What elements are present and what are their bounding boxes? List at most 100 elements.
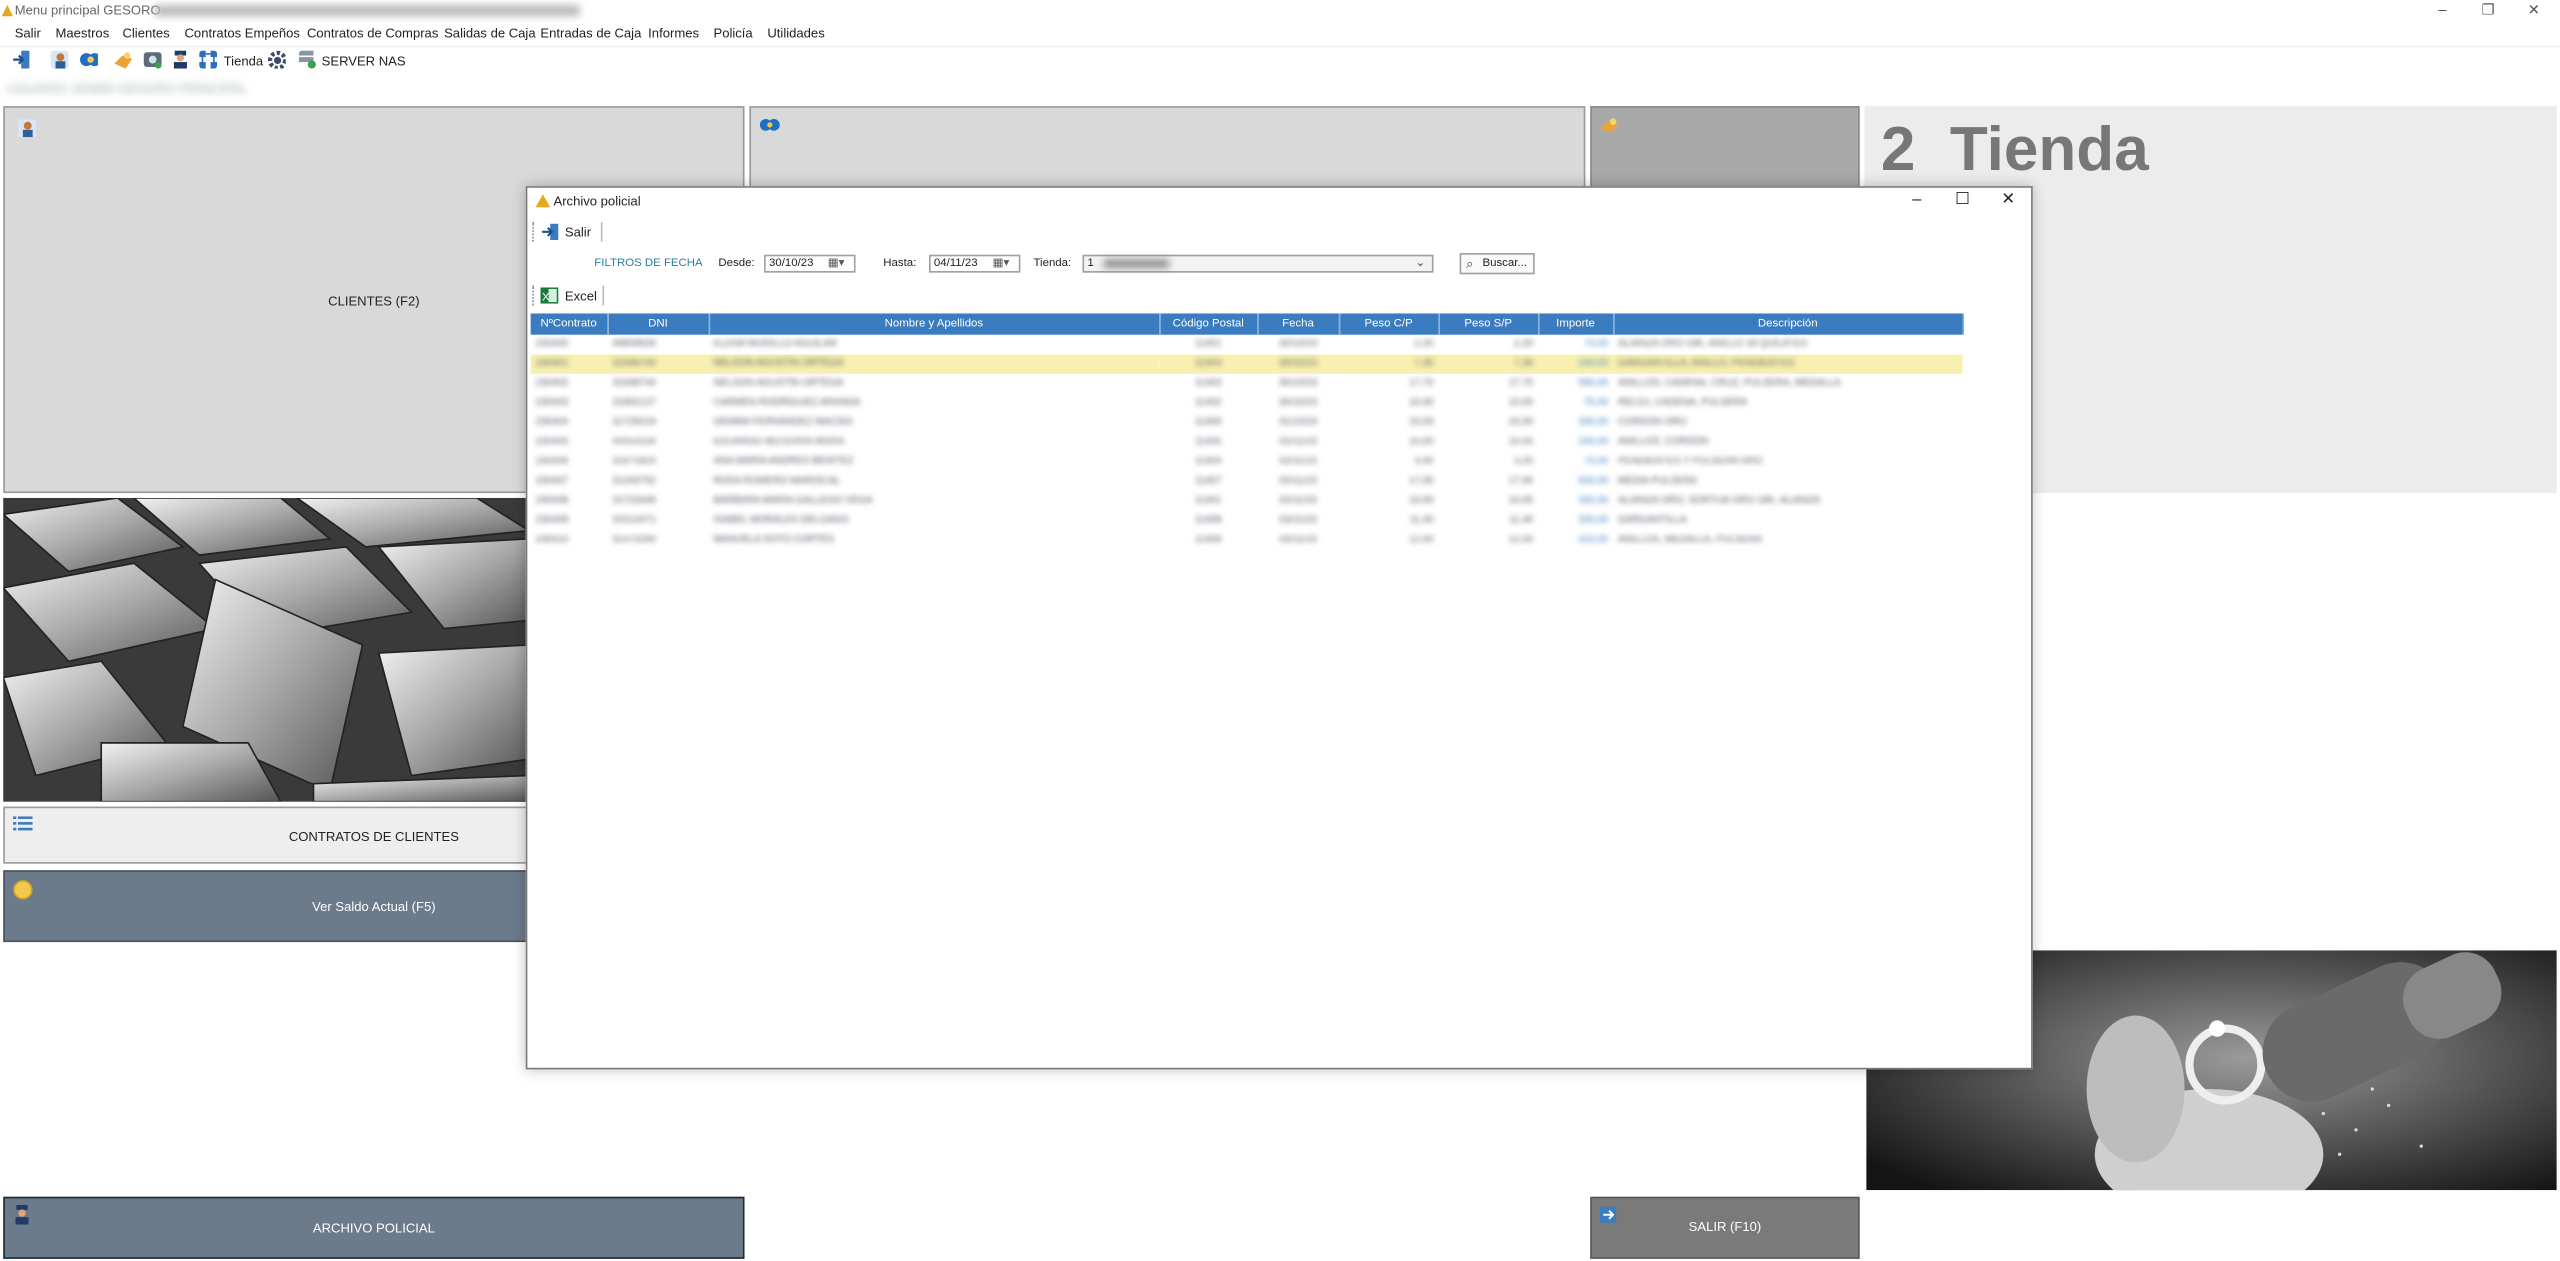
menu-maestros[interactable]: Maestros	[56, 26, 110, 41]
table-row[interactable]: 230404 31729219 GEMMA FERNÁNDEZ MACÍAS 1140…	[531, 413, 1963, 433]
dialog-logo-icon	[535, 194, 551, 208]
table-row[interactable]: 230406 31671824 ANA MARÍA ANDRÉS BENÍTEZ 11…	[531, 452, 1963, 472]
server-toolbar-label[interactable]: SERVER NAS	[322, 54, 406, 69]
cash-icon[interactable]	[143, 51, 162, 69]
column-header[interactable]: Nombre y Apellidos	[708, 313, 1161, 335]
excel-icon[interactable]: X	[540, 287, 559, 304]
table-row[interactable]: 230409 31514471 ISABEL MORALES DELGADO 1140…	[531, 511, 1963, 531]
cell-value: 30/10/23	[1278, 359, 1318, 369]
table-row[interactable]: 230408 31722649 BÁRBARA MARÍA GALLEGO VEGA…	[531, 491, 1963, 511]
archivo-policial-button[interactable]: ARCHIVO POLICIAL	[3, 1196, 745, 1259]
menu-clientes[interactable]: Clientes	[122, 26, 169, 41]
column-header[interactable]: NºContrato	[530, 313, 609, 335]
table-row[interactable]: 230402 31668744 NELSON AGUSTÍN ORTEGA 11403…	[531, 374, 1963, 394]
table-cell: 11402	[1159, 393, 1257, 413]
cell-value: 330,00	[1578, 515, 1609, 526]
data-grid[interactable]: NºContrato DNI Nombre y Apellidos Código…	[530, 313, 1964, 551]
column-header[interactable]: Peso S/P	[1438, 313, 1539, 335]
column-header[interactable]: Fecha	[1257, 313, 1340, 335]
user-line: USUARIO: ADMIN GESORO PRINCIPAL	[6, 81, 248, 97]
menu-salidas-caja[interactable]: Salidas de Caja	[444, 26, 536, 41]
column-header[interactable]: Importe	[1538, 313, 1614, 335]
table-cell: 230403	[531, 393, 608, 413]
table-cell: CORDÓN ORO	[1613, 413, 1962, 433]
menu-policia[interactable]: Policía	[713, 26, 752, 41]
cell-value: 11401	[1194, 339, 1222, 350]
table-row[interactable]: 230403 31862127 CARMEN RODRÍGUEZ ARANDA 114…	[531, 393, 1963, 413]
menu-informes[interactable]: Informes	[648, 26, 699, 41]
table-row[interactable]: 230400 48808839 ELENA MORILLO AGUILAR 11401…	[531, 335, 1963, 355]
column-header[interactable]: Peso C/P	[1338, 313, 1440, 335]
table-cell: ALIANZA ORO 18K, ANILLO 18 QUILATES	[1613, 335, 1962, 355]
cell-value: 10,00	[1508, 417, 1534, 428]
tienda-name: Tienda	[1949, 115, 2149, 185]
table-cell: ISABEL MORALES DELGADO	[709, 511, 1160, 531]
table-cell: 30/10/23	[1257, 393, 1339, 413]
tienda-select[interactable]: 1 ⌄	[1082, 254, 1434, 273]
table-cell: 70,00	[1538, 335, 1613, 355]
tienda-toolbar-label[interactable]: Tienda	[224, 54, 263, 69]
search-icon: ⌕	[1466, 256, 1474, 272]
menu-bar: Salir Maestros Clientes Contratos Empeño…	[0, 22, 2560, 48]
dialog-salir-button[interactable]: Salir	[565, 225, 591, 240]
table-cell: 31343752	[607, 472, 708, 492]
dialog-close-button[interactable]: ✕	[1990, 191, 2026, 211]
contratos-panel[interactable]	[749, 106, 1586, 188]
excel-button[interactable]: Excel	[565, 289, 597, 304]
cell-value: 330,00	[1578, 496, 1609, 507]
cell-value: 02/11/23	[1279, 437, 1317, 448]
salir-main-button[interactable]: SALIR (F10)	[1590, 1196, 1860, 1259]
menu-contratos-compras[interactable]: Contratos de Compras	[307, 26, 438, 41]
compras-panel[interactable]	[1590, 106, 1860, 188]
column-header[interactable]: Código Postal	[1159, 313, 1258, 335]
hands-gold-icon[interactable]	[114, 51, 133, 69]
archivo-policial-label: ARCHIVO POLICIAL	[312, 1221, 435, 1236]
clients-icon[interactable]	[50, 50, 69, 69]
table-cell: 230404	[531, 413, 608, 433]
table-row[interactable]: 230410 31473284 MANUELA SOTO CORTÉS 11408 03…	[531, 531, 1963, 551]
menu-contratos-empenos[interactable]: Contratos Empeños	[184, 26, 299, 41]
cell-value: 11405	[1194, 437, 1222, 448]
table-cell: GARGANTILLA	[1613, 511, 1962, 531]
dialog-maximize-button[interactable]: ☐	[1945, 191, 1981, 211]
cell-value: 10,00	[1408, 417, 1434, 428]
column-header[interactable]: Descripción	[1613, 313, 1964, 335]
exit-icon[interactable]	[13, 50, 31, 69]
menu-entradas-caja[interactable]: Entradas de Caja	[540, 26, 641, 41]
table-cell: 11,40	[1438, 511, 1538, 531]
table-cell: 02/11/23	[1257, 491, 1339, 511]
table-row[interactable]: 230407 31343752 ROSA ROMERO MARISCAL 11407 0…	[531, 472, 1963, 492]
restore-button[interactable]: ❐	[2465, 0, 2511, 23]
svg-text:X: X	[542, 291, 550, 303]
menu-salir[interactable]: Salir	[15, 26, 41, 41]
table-cell: 10,00	[1339, 393, 1439, 413]
desde-label: Desde:	[718, 257, 755, 270]
table-cell: 31473284	[607, 531, 708, 551]
calendar-icon[interactable]: ▦▾	[993, 256, 1010, 271]
cell-value: 230406	[535, 457, 569, 467]
minimize-button[interactable]: –	[2420, 0, 2466, 23]
cell-value: 10,00	[1408, 437, 1434, 448]
cell-value: 03/11/23	[1279, 515, 1317, 526]
exit-icon[interactable]	[542, 223, 559, 241]
buscar-button[interactable]: ⌕ Buscar...	[1459, 253, 1535, 275]
table-row[interactable]: 230405 44314154 EDUARDO BECERRA MORA 11405 0…	[531, 433, 1963, 453]
contracts-icon[interactable]	[80, 51, 98, 69]
police-icon[interactable]	[171, 50, 189, 69]
close-button[interactable]: ✕	[2511, 0, 2557, 23]
cell-value: BÁRBARA MARÍA GALLEGO VEGA	[713, 496, 873, 507]
desde-date-field[interactable]: 30/10/23 ▦▾	[764, 254, 856, 273]
gear-icon[interactable]	[267, 50, 286, 69]
calendar-icon[interactable]: ▦▾	[828, 256, 845, 271]
cell-value: 31343752	[612, 476, 656, 487]
hasta-date-field[interactable]: 04/11/23 ▦▾	[929, 254, 1021, 273]
table-cell: 230407	[531, 472, 608, 492]
column-header[interactable]: DNI	[607, 313, 710, 335]
server-icon[interactable]	[298, 50, 317, 69]
network-icon[interactable]	[199, 50, 218, 69]
grid-header-row: NºContrato DNI Nombre y Apellidos Código…	[530, 313, 1964, 335]
dialog-minimize-button[interactable]: –	[1899, 191, 1935, 211]
menu-utilidades[interactable]: Utilidades	[767, 26, 824, 41]
table-row[interactable]: 230401 31668744 NELSON AGUSTÍN ORTEGA 11403…	[530, 354, 1963, 374]
table-cell: NELSON AGUSTÍN ORTEGA	[709, 374, 1160, 394]
